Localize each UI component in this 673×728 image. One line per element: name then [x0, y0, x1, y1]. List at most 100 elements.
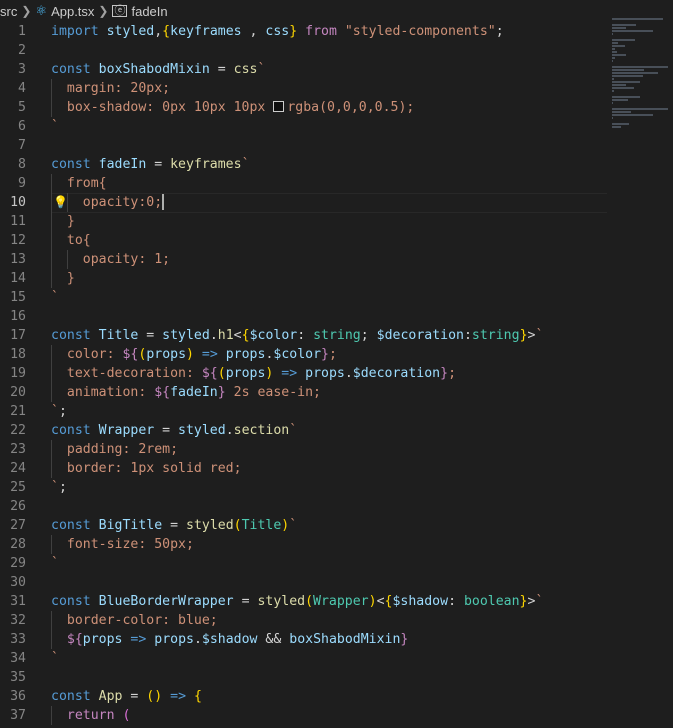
code-line[interactable]: 16	[0, 307, 673, 326]
line-number: 9	[18, 176, 26, 191]
line-number: 32	[10, 613, 26, 628]
line-number: 27	[10, 518, 26, 533]
minimap-line	[612, 66, 668, 68]
line-number: 10	[10, 195, 26, 210]
minimap-line	[612, 54, 626, 56]
code-line[interactable]: 4 margin: 20px;	[0, 79, 673, 98]
line-number: 21	[10, 404, 26, 419]
code-line[interactable]: 23 padding: 2rem;	[0, 440, 673, 459]
line-number: 3	[18, 62, 26, 77]
code-line[interactable]: 37 return (	[0, 706, 673, 725]
code-editor[interactable]: 1 import styled,{keyframes , css} from "s…	[0, 22, 673, 728]
code-line[interactable]: 8 const fadeIn = keyframes`	[0, 155, 673, 174]
minimap-line	[612, 78, 614, 80]
code-line[interactable]: 15 `	[0, 288, 673, 307]
minimap-line	[612, 117, 613, 119]
code-line[interactable]: 14 }	[0, 269, 673, 288]
line-number: 2	[18, 43, 26, 58]
minimap-line	[612, 42, 618, 44]
code-line[interactable]: 7	[0, 136, 673, 155]
code-line[interactable]: 29 `	[0, 554, 673, 573]
line-number: 7	[18, 138, 26, 153]
breadcrumb-folder[interactable]: src	[0, 4, 17, 19]
code-line[interactable]: 10 💡 opacity:0;	[0, 193, 673, 213]
minimap-line	[612, 24, 636, 26]
code-line[interactable]: 26	[0, 497, 673, 516]
code-line[interactable]: 21 `;	[0, 402, 673, 421]
breadcrumb-file[interactable]: App.tsx	[51, 4, 94, 19]
code-line[interactable]: 32 border-color: blue;	[0, 611, 673, 630]
code-line[interactable]: 24 border: 1px solid red;	[0, 459, 673, 478]
line-number: 4	[18, 81, 26, 96]
code-line[interactable]: 28 font-size: 50px;	[0, 535, 673, 554]
code-line[interactable]: 1 import styled,{keyframes , css} from "s…	[0, 22, 673, 41]
line-number: 13	[10, 252, 26, 267]
line-number: 18	[10, 347, 26, 362]
code-text: from{	[51, 176, 107, 191]
react-file-icon: ⚛	[35, 3, 48, 18]
minimap-line	[612, 114, 653, 116]
line-number: 6	[18, 119, 26, 134]
line-number: 24	[10, 461, 26, 476]
minimap-line	[612, 90, 614, 92]
code-line[interactable]: 19 text-decoration: ${(props) => props.$…	[0, 364, 673, 383]
code-line[interactable]: 22 const Wrapper = styled.section`	[0, 421, 673, 440]
minimap-line	[612, 81, 640, 83]
breadcrumb-symbol[interactable]: fadeIn	[131, 4, 167, 19]
minimap-line	[612, 87, 634, 89]
code-text: `;	[51, 404, 67, 419]
code-line[interactable]: 35	[0, 668, 673, 687]
minimap-line	[612, 57, 615, 59]
code-text: box-shadow: 0px 10px 10px rgba(0,0,0,0.5…	[51, 100, 415, 115]
code-line[interactable]: 30	[0, 573, 673, 592]
code-line[interactable]: 34 `	[0, 649, 673, 668]
chevron-right-icon: ❯	[21, 4, 32, 18]
minimap-line	[612, 33, 613, 35]
line-number: 31	[10, 594, 26, 609]
code-line[interactable]: 18 color: ${(props) => props.$color};	[0, 345, 673, 364]
code-text: }	[51, 271, 75, 286]
code-text: animation: ${fadeIn} 2s ease-in;	[51, 385, 321, 400]
minimap-line	[612, 96, 640, 98]
code-line[interactable]: 31 const BlueBorderWrapper = styled(Wrapp…	[0, 592, 673, 611]
code-line[interactable]: 13 opacity: 1;	[0, 250, 673, 269]
code-text: font-size: 50px;	[51, 537, 194, 552]
minimap-line	[612, 111, 631, 113]
code-line[interactable]: 9 from{	[0, 174, 673, 193]
code-line[interactable]: 25 `;	[0, 478, 673, 497]
code-line[interactable]: 3 const boxShabodMixin = css`	[0, 60, 673, 79]
code-line[interactable]: 17 const Title = styled.h1<{$color: strin…	[0, 326, 673, 345]
code-line[interactable]: 5 box-shadow: 0px 10px 10px rgba(0,0,0,0…	[0, 98, 673, 117]
minimap[interactable]	[612, 18, 672, 128]
code-text: `;	[51, 480, 67, 495]
code-text: const BlueBorderWrapper = styled(Wrapper…	[51, 594, 544, 609]
code-text: `	[51, 119, 59, 134]
code-line[interactable]: 27 const BigTitle = styled(Title)`	[0, 516, 673, 535]
minimap-line	[612, 102, 613, 104]
code-line[interactable]: 12 to{	[0, 231, 673, 250]
code-line[interactable]: 11 }	[0, 212, 673, 231]
code-line[interactable]: 2	[0, 41, 673, 60]
code-line[interactable]: 36 const App = () => {	[0, 687, 673, 706]
minimap-line	[612, 45, 625, 47]
code-text: opacity: 1;	[51, 252, 171, 267]
code-line[interactable]: 33 ${props => props.$shadow && boxShabod…	[0, 630, 673, 649]
line-number: 37	[10, 708, 26, 723]
line-number: 28	[10, 537, 26, 552]
minimap-line	[612, 60, 613, 62]
color-swatch[interactable]	[273, 101, 285, 112]
code-line[interactable]: 20 animation: ${fadeIn} 2s ease-in;	[0, 383, 673, 402]
code-text: border-color: blue;	[51, 613, 218, 628]
minimap-line	[612, 99, 628, 101]
minimap-line	[612, 126, 621, 128]
line-number: 26	[10, 499, 26, 514]
code-text: padding: 2rem;	[51, 442, 179, 457]
code-text: const App = () => {	[51, 689, 202, 704]
code-text: `	[51, 290, 59, 305]
code-line[interactable]: 6 `	[0, 117, 673, 136]
line-number: 25	[10, 480, 26, 495]
line-number: 15	[10, 290, 26, 305]
line-number: 30	[10, 575, 26, 590]
line-number: 23	[10, 442, 26, 457]
code-text: const fadeIn = keyframes`	[51, 157, 250, 172]
